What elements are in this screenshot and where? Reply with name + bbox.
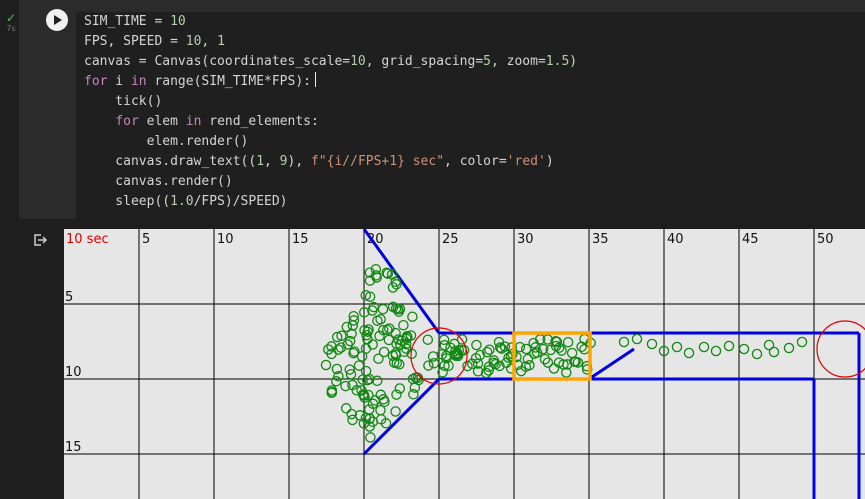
x-tick-label: 40 xyxy=(667,232,684,247)
particle xyxy=(383,334,395,346)
particle xyxy=(365,432,376,443)
particle xyxy=(340,380,351,392)
particle xyxy=(423,360,434,371)
particle xyxy=(751,348,763,360)
x-tick-label: 15 xyxy=(292,232,309,247)
particle xyxy=(422,334,434,345)
particle xyxy=(710,345,722,357)
particle xyxy=(427,351,439,362)
particle xyxy=(723,340,735,352)
particle xyxy=(796,336,808,348)
particle xyxy=(372,315,383,326)
particles xyxy=(320,263,808,443)
particle xyxy=(671,341,683,353)
run-cell-button[interactable] xyxy=(46,9,68,31)
grid-lines xyxy=(64,229,865,499)
x-tick-label: 10 xyxy=(217,232,234,247)
particle xyxy=(320,359,332,371)
check-icon: ✓ xyxy=(5,11,17,25)
x-tick-label: 30 xyxy=(517,232,534,247)
particle xyxy=(367,339,378,350)
text-cursor xyxy=(315,72,316,87)
code-line-9: canvas.render() xyxy=(84,174,233,189)
particle xyxy=(408,389,419,400)
code-cell: SIM_TIME = 10 FPS, SPEED = 10, 1 canvas … xyxy=(19,0,865,219)
particle xyxy=(360,343,372,354)
particle xyxy=(768,346,780,358)
y-axis-labels: 5 10 15 xyxy=(65,290,82,455)
particle xyxy=(375,404,386,416)
particle xyxy=(631,333,643,345)
particle xyxy=(471,339,482,351)
particle xyxy=(520,343,532,355)
x-tick-label: 5 xyxy=(142,232,150,247)
execution-status: ✓ 7s xyxy=(3,12,19,34)
particle xyxy=(484,344,495,355)
wall-segment xyxy=(588,347,635,381)
y-tick-label: 5 xyxy=(65,290,73,305)
particle xyxy=(783,342,795,354)
output-actions-icon[interactable] xyxy=(32,232,48,248)
simulation-render: 5 10 15 20 25 30 35 40 45 50 51015 10 sec xyxy=(64,229,865,499)
particle xyxy=(738,343,750,355)
code-line-8: canvas.draw_text((1, 9), f"{i//FPS+1} se… xyxy=(84,154,554,169)
code-line-4: for i in range(SIM_TIME*FPS): xyxy=(84,72,316,92)
particle xyxy=(407,311,418,322)
x-tick-label: 45 xyxy=(742,232,759,247)
particle xyxy=(698,341,710,353)
x-tick-label: 35 xyxy=(592,232,609,247)
play-icon xyxy=(54,15,62,25)
particle xyxy=(646,338,658,350)
code-line-1: SIM_TIME = 10 xyxy=(84,14,186,29)
x-tick-label: 25 xyxy=(442,232,459,247)
simulation-canvas: 5 10 15 20 25 30 35 40 45 50 5 10 15 10 sec xyxy=(64,229,865,499)
particle xyxy=(562,336,574,348)
code-line-2: FPS, SPEED = 10, 1 xyxy=(84,34,225,49)
output-gutter xyxy=(19,219,64,499)
x-axis-labels: 5 10 15 20 25 30 35 40 45 50 xyxy=(142,232,834,247)
cell-gutter xyxy=(0,0,19,499)
y-tick-label: 10 xyxy=(65,365,82,380)
particle xyxy=(409,382,421,393)
particle xyxy=(618,336,630,348)
execution-time: 7s xyxy=(6,24,16,33)
code-line-5: tick() xyxy=(84,94,163,109)
x-tick-label: 50 xyxy=(817,232,834,247)
code-line-10: sleep((1.0/FPS)/SPEED) xyxy=(84,194,288,209)
particle xyxy=(390,406,401,417)
time-label: 10 sec xyxy=(66,232,109,247)
particle xyxy=(373,353,384,364)
particle xyxy=(377,303,389,315)
particle xyxy=(353,360,365,371)
code-editor[interactable]: SIM_TIME = 10 FPS, SPEED = 10, 1 canvas … xyxy=(76,12,865,219)
particle xyxy=(438,334,450,346)
particle xyxy=(340,403,352,414)
particle xyxy=(548,363,560,374)
wall-segment xyxy=(362,229,441,334)
overlays xyxy=(410,320,865,385)
code-line-3: canvas = Canvas(coordinates_scale=10, gr… xyxy=(84,54,578,69)
particle xyxy=(683,347,695,359)
code-line-6: for elem in rend_elements: xyxy=(115,114,319,129)
particle xyxy=(566,347,578,359)
particle xyxy=(398,319,409,331)
y-tick-label: 15 xyxy=(65,440,82,455)
code-line-7: elem.render() xyxy=(84,134,249,149)
wall-segment xyxy=(362,377,441,456)
